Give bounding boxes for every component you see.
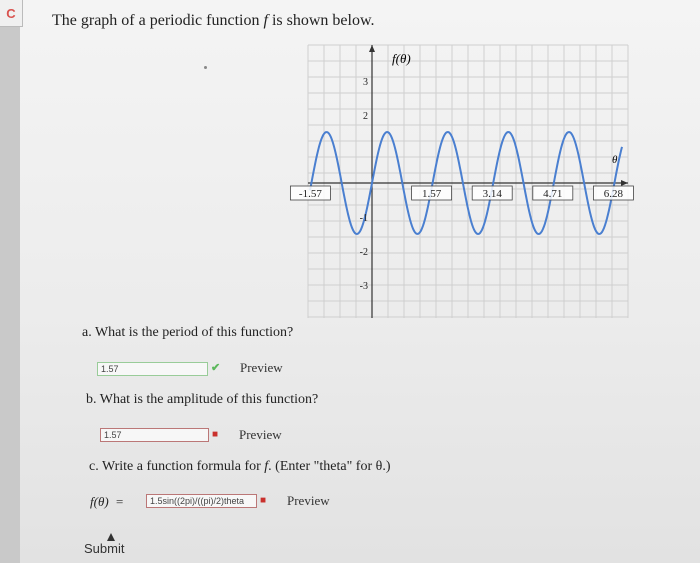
y-tick-label: -3 xyxy=(360,281,368,292)
y-axis-arrow-icon xyxy=(369,45,375,52)
period-answer-input[interactable]: 1.57 xyxy=(97,362,208,376)
x-axis-label: θ xyxy=(612,154,618,166)
preview-c-button[interactable]: Preview xyxy=(287,493,330,509)
question-a-label: a. What is the period of this function? xyxy=(82,325,294,340)
correct-check-icon: ✔ xyxy=(211,362,221,374)
preview-b-button[interactable]: Preview xyxy=(239,427,282,443)
incorrect-x-icon: ■ xyxy=(260,495,267,506)
x-tick-label: 6.28 xyxy=(604,188,624,200)
preview-a-button[interactable]: Preview xyxy=(240,360,283,376)
question-c-suffix: . (Enter "theta" for θ.) xyxy=(268,459,391,474)
x-axis-arrow-icon xyxy=(621,180,628,186)
incorrect-x-icon: ■ xyxy=(212,429,219,440)
formula-lhs: f(θ) = xyxy=(90,494,124,509)
question-c-label: c. Write a function formula for f. (Ente… xyxy=(89,459,390,475)
y-tick-label: 3 xyxy=(363,77,368,88)
question-c-prefix: c. Write a function formula for xyxy=(89,459,265,474)
graph-grid xyxy=(307,44,629,318)
function-graph: -1.57 1.57 3.14 4.71 6.28 3 2 -1 -2 -3 f(θ) θ xyxy=(289,44,634,318)
y-tick-label: -2 xyxy=(360,247,368,258)
amplitude-answer-input[interactable]: 1.57 xyxy=(100,428,209,442)
question-b-label: b. What is the amplitude of this functio… xyxy=(86,392,319,407)
y-axis-label: f(θ) xyxy=(392,51,411,66)
x-tick-label: 3.14 xyxy=(483,188,503,200)
submit-button[interactable]: Submit xyxy=(84,541,124,556)
x-tick-label: 1.57 xyxy=(422,188,442,200)
y-tick-label: -1 xyxy=(360,213,368,224)
x-tick-label: -1.57 xyxy=(299,188,322,200)
mouse-cursor-icon xyxy=(107,533,115,541)
formula-answer-input[interactable]: 1.5sin((2pi)/((pi)/2)theta xyxy=(146,494,257,508)
x-tick-label: 4.71 xyxy=(543,188,562,200)
y-tick-label: 2 xyxy=(363,111,368,122)
